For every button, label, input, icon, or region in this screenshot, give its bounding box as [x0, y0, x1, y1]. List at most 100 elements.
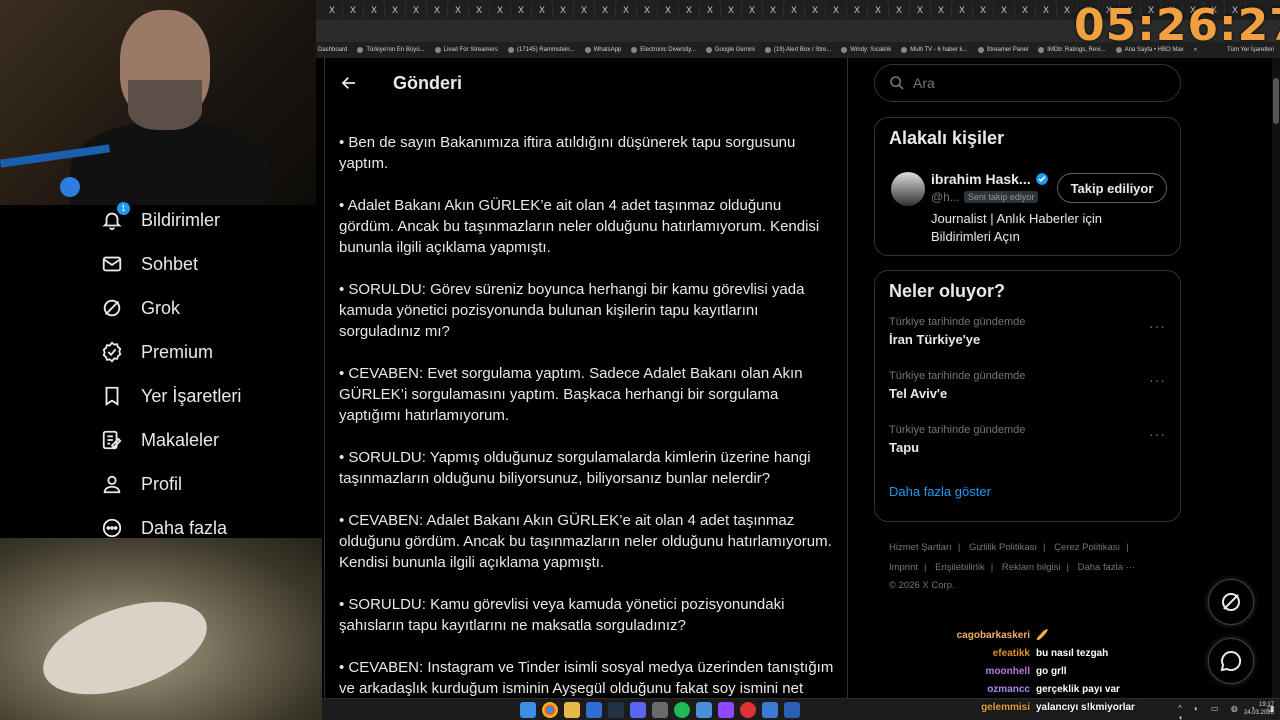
browser-tab[interactable]: X: [322, 2, 343, 18]
trend-item[interactable]: Türkiye tarihinde gündemde İran Türkiye'…: [875, 310, 1180, 364]
footer-link[interactable]: Reklam bilgisi: [1002, 562, 1061, 573]
messages-fab-button[interactable]: [1208, 638, 1254, 684]
bookmark-item[interactable]: Dashboard: [318, 47, 347, 53]
trend-item[interactable]: Türkiye tarihinde gündemde Tel Aviv'e ··…: [875, 364, 1180, 418]
chat-text: go grll: [1036, 665, 1067, 677]
bookmark-item[interactable]: WhatsApp: [584, 47, 621, 53]
system-clock[interactable]: 19:17 24.03.2026: [1244, 701, 1274, 717]
page-scrollbar[interactable]: [1272, 58, 1280, 700]
nav-item-grok[interactable]: Grok: [96, 286, 316, 330]
nav-item-bookmarks[interactable]: Yer İşaretleri: [96, 374, 316, 418]
footer-link[interactable]: Çerez Politikası: [1054, 542, 1120, 553]
nav-item-chat[interactable]: Sohbet: [96, 242, 316, 286]
chat-username: cagobarkaskeri: [956, 629, 1030, 641]
back-button[interactable]: [331, 65, 367, 101]
folder-icon[interactable]: [564, 702, 580, 718]
browser-tab[interactable]: X: [847, 2, 868, 18]
bookmark-item[interactable]: Google Gemini: [705, 47, 755, 53]
browser-tab[interactable]: X: [469, 2, 490, 18]
app-icon[interactable]: [652, 702, 668, 718]
footer-link[interactable]: Hizmet Şartları: [889, 542, 952, 553]
browser-tab[interactable]: X: [637, 2, 658, 18]
browser-tab[interactable]: X: [868, 2, 889, 18]
scrollbar-thumb[interactable]: [1273, 78, 1279, 124]
browser-tab[interactable]: X: [595, 2, 616, 18]
browser-tab[interactable]: X: [532, 2, 553, 18]
discord-icon[interactable]: [630, 702, 646, 718]
browser-tab[interactable]: X: [553, 2, 574, 18]
trend-item[interactable]: Türkiye tarihinde gündemde Tapu ···: [875, 418, 1180, 472]
steam-icon[interactable]: [608, 702, 624, 718]
app-icon[interactable]: [740, 702, 756, 718]
bookmark-item[interactable]: (19) Alert Box / Stre...: [764, 47, 831, 53]
browser-tab[interactable]: X: [511, 2, 532, 18]
browser-tab[interactable]: X: [406, 2, 427, 18]
nav-item-premium[interactable]: Premium: [96, 330, 316, 374]
bookmark-item[interactable]: Livad For Streamers: [434, 47, 498, 53]
bookmark-item[interactable]: Türkiye'nin En Büyü...: [357, 47, 425, 53]
more-dots-icon[interactable]: ···: [1149, 372, 1166, 388]
chrome-icon[interactable]: [542, 702, 558, 718]
browser-tab[interactable]: X: [616, 2, 637, 18]
more-dots-icon[interactable]: ···: [1149, 426, 1166, 442]
browser-tab[interactable]: X: [889, 2, 910, 18]
app-icon[interactable]: [586, 702, 602, 718]
browser-tab[interactable]: X: [700, 2, 721, 18]
browser-tab[interactable]: X: [427, 2, 448, 18]
favicon-icon: [764, 47, 771, 53]
browser-tab[interactable]: X: [385, 2, 406, 18]
footer-link[interactable]: Imprint: [889, 562, 918, 573]
following-button[interactable]: Takip ediliyor: [1057, 173, 1167, 203]
post-paragraph: • CEVABEN: Evet sorgulama yaptım. Sadece…: [339, 365, 803, 424]
browser-tab[interactable]: X: [1015, 2, 1036, 18]
browser-tab[interactable]: X: [658, 2, 679, 18]
bookmark-item[interactable]: Electronic Diversity...: [631, 47, 696, 53]
browser-tab[interactable]: X: [973, 2, 994, 18]
search-input[interactable]: [913, 75, 1153, 91]
spotify-icon[interactable]: [674, 702, 690, 718]
browser-tab[interactable]: X: [364, 2, 385, 18]
browser-tab[interactable]: X: [574, 2, 595, 18]
browser-tab[interactable]: X: [784, 2, 805, 18]
footer-link[interactable]: Gizlilik Politikası: [969, 542, 1037, 553]
nav-item-articles[interactable]: Makaleler: [96, 418, 316, 462]
browser-tab[interactable]: X: [679, 2, 700, 18]
browser-tab[interactable]: X: [763, 2, 784, 18]
bookmark-item[interactable]: Streamer Panel: [977, 47, 1029, 53]
show-more-link[interactable]: Daha fazla göster: [875, 472, 1180, 499]
browser-tab[interactable]: X: [805, 2, 826, 18]
person-name[interactable]: ibrahim Hask...: [931, 171, 1049, 187]
app-icon[interactable]: [784, 702, 800, 718]
more-dots-icon[interactable]: ···: [1149, 318, 1166, 334]
related-person[interactable]: ibrahim Hask... @h... Seni takip ediyor …: [875, 118, 1180, 244]
search-box[interactable]: [874, 64, 1181, 102]
browser-tab[interactable]: X: [931, 2, 952, 18]
browser-tab[interactable]: X: [826, 2, 847, 18]
bookmark-item[interactable]: Windy: Sıcaklık: [841, 47, 891, 53]
browser-tab[interactable]: X: [952, 2, 973, 18]
footer-link[interactable]: Erişilebilirlik: [935, 562, 985, 573]
grok-fab-button[interactable]: [1208, 579, 1254, 625]
browser-tab[interactable]: X: [1036, 2, 1057, 18]
browser-tab[interactable]: X: [910, 2, 931, 18]
browser-tab[interactable]: X: [448, 2, 469, 18]
bookmark-item[interactable]: Multi TV - 6 haber k...: [901, 47, 968, 53]
browser-tab[interactable]: X: [742, 2, 763, 18]
footer-link[interactable]: Daha fazla ···: [1078, 562, 1136, 573]
browser-tab[interactable]: X: [721, 2, 742, 18]
bookmark-item[interactable]: (17145) Rammstein...: [507, 47, 575, 53]
nav-item-profile[interactable]: Profil: [96, 462, 316, 506]
app-icon[interactable]: [762, 702, 778, 718]
favicon-icon: [901, 47, 908, 53]
twitch-icon[interactable]: [718, 702, 734, 718]
bookmark-label: Streamer Panel: [986, 47, 1029, 53]
browser-tab[interactable]: X: [994, 2, 1015, 18]
webcam-streamer: [0, 0, 316, 205]
nav-item-notifications[interactable]: 1 Bildirimler: [96, 198, 316, 242]
browser-tab[interactable]: X: [343, 2, 364, 18]
chat-text: yalancıyı s!kmiyorlar: [1036, 701, 1135, 713]
windows-start-icon[interactable]: [520, 702, 536, 718]
avatar[interactable]: [891, 172, 925, 206]
browser-tab[interactable]: X: [490, 2, 511, 18]
app-icon[interactable]: [696, 702, 712, 718]
